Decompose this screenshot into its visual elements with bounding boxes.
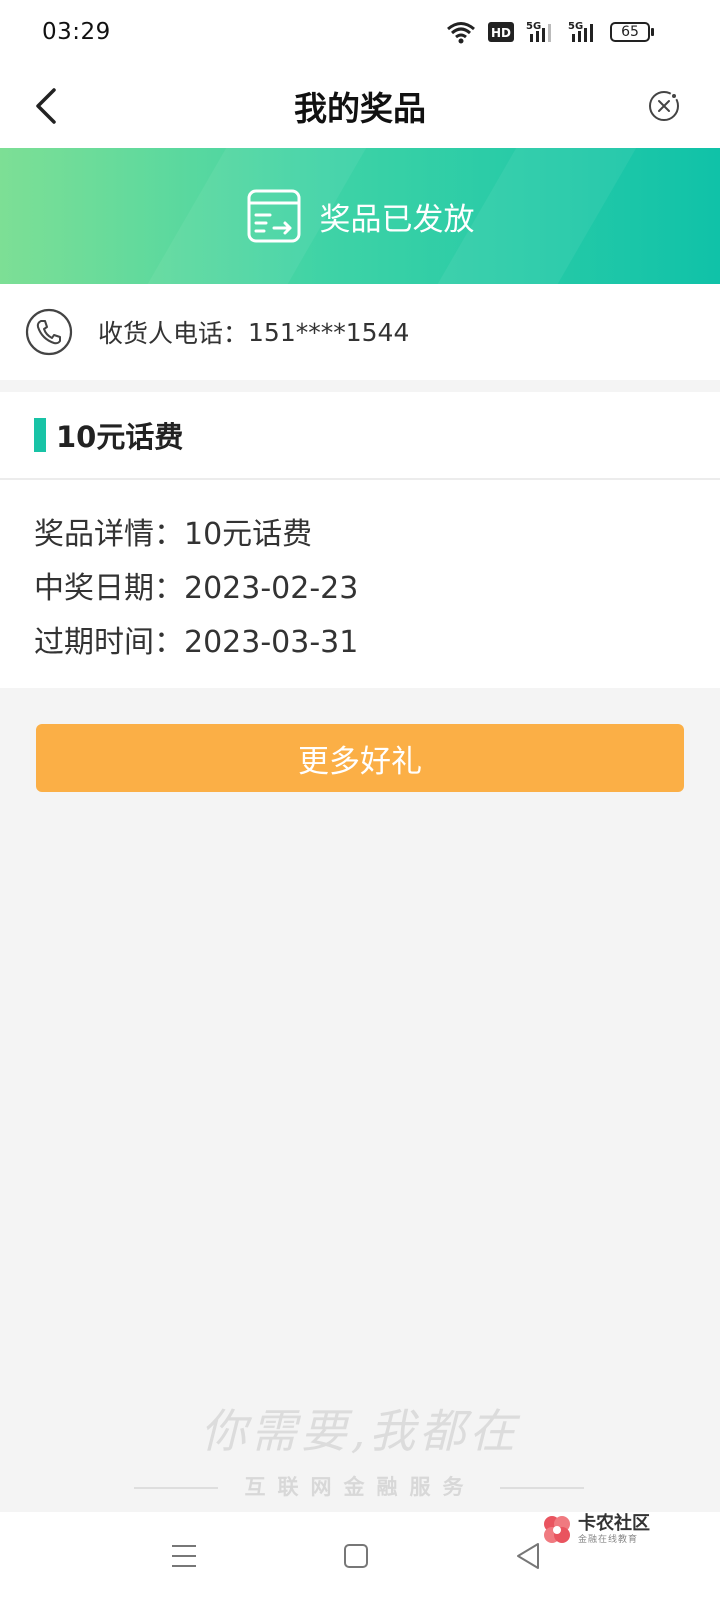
- prize-status-banner: 奖品已发放: [0, 148, 720, 284]
- watermark-subtitle: 互联网金融服务: [244, 1475, 476, 1499]
- more-gifts-button[interactable]: 更多好礼: [36, 724, 684, 792]
- hd-icon: HD: [488, 22, 514, 42]
- brand-tagline: 金融在线教育: [578, 1535, 639, 1545]
- signal2-label: 5G: [568, 21, 583, 32]
- signal-5g-icon-2: 5G: [568, 21, 593, 42]
- detail-value: 2023-02-23: [184, 571, 359, 606]
- close-mini-program-icon[interactable]: [646, 88, 682, 124]
- page-title: 我的奖品: [294, 89, 426, 128]
- brand-badge: 卡农社区 金融在线教育: [540, 1508, 670, 1552]
- delivery-card-icon: [247, 189, 300, 243]
- detail-value: 2023-03-31: [184, 625, 359, 660]
- phone-value: 151****1544: [248, 317, 410, 347]
- banner-status-text: 奖品已发放: [319, 201, 475, 238]
- detail-row-prize: 奖品详情：10元话费: [34, 508, 720, 562]
- home-square-icon[interactable]: [334, 1534, 378, 1578]
- hd-label: HD: [491, 26, 511, 40]
- phone-label: 收货人电话：: [98, 319, 249, 348]
- battery-level: 65: [610, 22, 650, 42]
- prize-card: 10元话费 奖品详情：10元话费 中奖日期：2023-02-23 过期时间：20…: [0, 392, 720, 688]
- status-icons: HD 5G 5G 65: [446, 20, 654, 44]
- menu-icon[interactable]: [162, 1534, 206, 1578]
- wifi-icon: [447, 22, 475, 44]
- watermark: 你需要,我都在 互联网金融服务: [0, 1395, 720, 1499]
- prize-accent-bar: [34, 418, 46, 452]
- detail-value: 10元话费: [184, 517, 313, 552]
- nav-bar: 我的奖品: [0, 64, 720, 148]
- detail-row-win-date: 中奖日期：2023-02-23: [34, 562, 720, 616]
- prize-title: 10元话费: [56, 420, 184, 454]
- detail-row-expiry: 过期时间：2023-03-31: [34, 616, 720, 670]
- prize-details: 奖品详情：10元话费 中奖日期：2023-02-23 过期时间：2023-03-…: [0, 480, 720, 670]
- status-time: 03:29: [42, 19, 111, 45]
- brand-name: 卡农社区: [578, 1513, 650, 1534]
- signal1-label: 5G: [526, 21, 541, 32]
- watermark-divider-right: [500, 1487, 584, 1489]
- back-arrow-icon[interactable]: [26, 84, 70, 128]
- battery-icon: 65: [610, 22, 654, 42]
- detail-label: 过期时间：: [34, 625, 184, 660]
- detail-label: 中奖日期：: [34, 571, 184, 606]
- signal-5g-icon: 5G: [526, 21, 551, 42]
- status-bar: 03:29 HD 5G 5G 65: [0, 0, 720, 64]
- detail-label: 奖品详情：: [34, 517, 184, 552]
- watermark-script: 你需要,我都在: [200, 1404, 520, 1458]
- recipient-phone-row: 收货人电话： 151****1544: [0, 284, 720, 380]
- phone-icon: [25, 308, 73, 356]
- brand-logo-icon: [544, 1516, 570, 1543]
- prize-header: 10元话费: [0, 392, 720, 480]
